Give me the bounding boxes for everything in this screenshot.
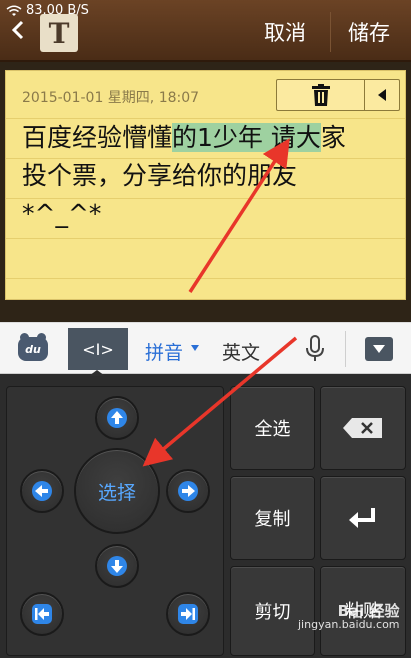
cursor-right-button[interactable] xyxy=(166,469,210,513)
header-divider xyxy=(330,12,331,52)
note-line-2: 投个票，分享给你的朋友 xyxy=(22,161,298,190)
back-button[interactable] xyxy=(6,18,30,42)
delete-button[interactable] xyxy=(277,80,365,110)
note-line-1: 百度经验懵懂的1少年 请大家 xyxy=(22,119,346,157)
enter-button[interactable] xyxy=(320,476,406,560)
save-button[interactable]: 储存 xyxy=(348,17,390,47)
cursor-end-button[interactable] xyxy=(166,592,210,636)
wifi-icon xyxy=(6,5,22,16)
select-button[interactable]: 选择 xyxy=(74,448,160,534)
trash-icon xyxy=(311,84,330,106)
note-line-3: *^_^* xyxy=(22,199,102,228)
triangle-left-icon xyxy=(378,89,386,101)
app-header: 83.00 B/S T 取消 储存 xyxy=(0,0,411,62)
app-icon: T xyxy=(40,14,78,52)
arrow-left-icon xyxy=(32,481,52,501)
note-actions xyxy=(276,79,400,111)
baidu-logo-icon[interactable]: du xyxy=(18,333,48,361)
toolbar-divider xyxy=(345,331,346,367)
tool-pointer xyxy=(89,370,105,376)
collapse-button[interactable] xyxy=(365,80,399,110)
backspace-button[interactable] xyxy=(320,386,406,470)
select-all-button[interactable]: 全选 xyxy=(230,386,315,470)
cursor-down-button[interactable] xyxy=(95,544,139,588)
microphone-icon xyxy=(306,335,324,361)
watermark-logo: Bai 经验 xyxy=(337,602,400,620)
cursor-tool-button[interactable]: <I> xyxy=(68,328,128,370)
cancel-button[interactable]: 取消 xyxy=(264,17,306,47)
back-arrow-icon xyxy=(11,20,24,40)
note-text-before-selection: 百度经验懵懂 xyxy=(22,123,173,152)
backspace-icon xyxy=(343,418,382,438)
note-body[interactable]: 百度经验懵懂的1少年 请大家 投个票，分享给你的朋友 *^_^* xyxy=(22,119,346,233)
watermark-url: jingyan.baidu.com xyxy=(298,618,400,631)
note-text-after-selection: 家 xyxy=(320,123,346,152)
arrow-down-icon xyxy=(107,556,127,576)
enter-icon xyxy=(349,508,375,528)
pinyin-button[interactable]: 拼音 xyxy=(145,338,183,365)
cursor-up-button[interactable] xyxy=(95,396,139,440)
cursor-tool-label: <I> xyxy=(82,339,114,359)
arrow-to-end-icon xyxy=(178,604,198,624)
english-button[interactable]: 英文 xyxy=(222,338,260,365)
copy-button[interactable]: 复制 xyxy=(230,476,315,560)
dropdown-caret-icon xyxy=(191,345,199,351)
cursor-left-button[interactable] xyxy=(20,469,64,513)
arrow-to-start-icon xyxy=(32,604,52,624)
microphone-button[interactable] xyxy=(305,335,325,367)
note-paper[interactable]: 2015-01-01 星期四, 18:07 百度经验懵懂的1少年 请大家 投个票… xyxy=(5,70,406,300)
chevron-down-icon xyxy=(373,345,385,353)
selected-text: 的1少年 请大 xyxy=(172,123,321,152)
cursor-home-button[interactable] xyxy=(20,592,64,636)
watermark: Bai 经验 jingyan.baidu.com xyxy=(298,604,400,632)
arrow-up-icon xyxy=(107,408,127,428)
arrow-right-icon xyxy=(178,481,198,501)
keyboard-toolbar: du <I> 拼音 英文 xyxy=(0,322,411,374)
hide-keyboard-button[interactable] xyxy=(365,337,393,361)
note-date: 2015-01-01 星期四, 18:07 xyxy=(22,90,200,106)
